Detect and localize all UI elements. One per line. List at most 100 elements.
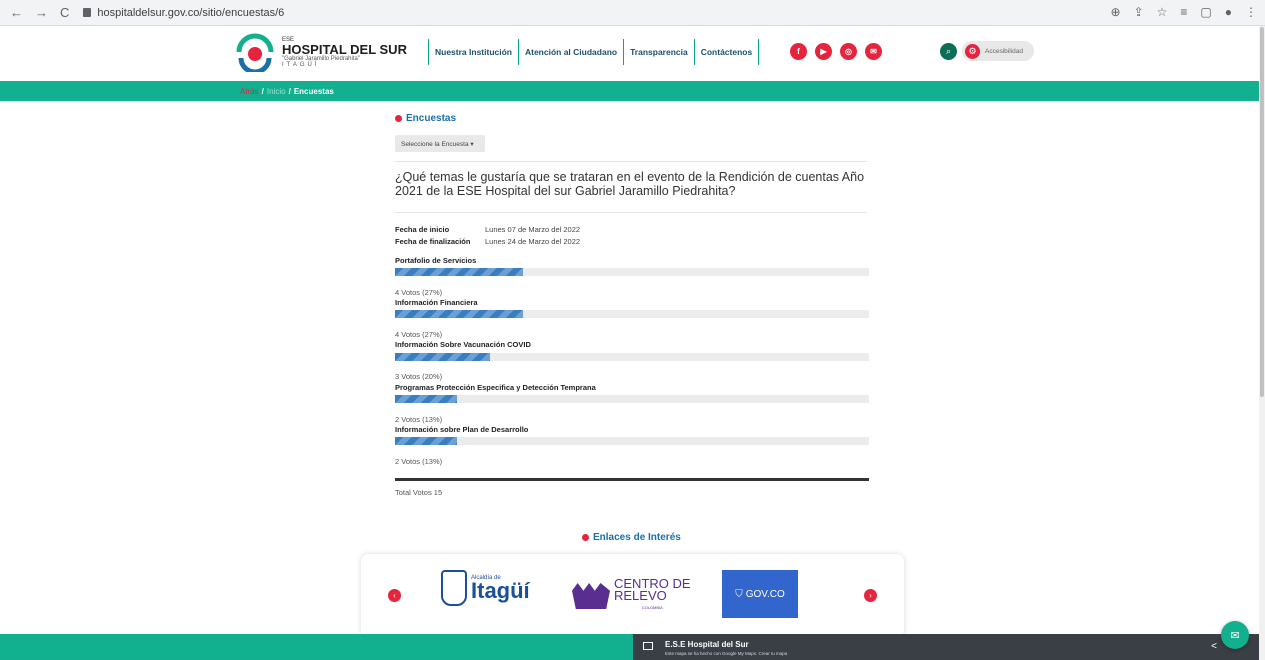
forward-icon[interactable]: → [35,5,48,20]
divider [395,161,867,162]
accessibility-label: Accesibilidad [985,47,1023,55]
url-text: hospitaldelsur.gov.co/sitio/encuestas/6 [97,6,285,19]
section-title-text: Encuestas [406,113,457,124]
social-links: f ▶ ◎ ✉ [790,43,882,60]
breadcrumb-separator: / [261,87,264,96]
start-date-label: Fecha de inicio [395,225,450,234]
scrollbar-thumb[interactable] [1260,27,1264,397]
zoom-icon[interactable]: ⊕ [1111,5,1121,19]
breadcrumb-bar: Atrás / Inicio / Encuestas [0,81,1259,101]
itagui-name: Itagüí [471,578,530,603]
result-bar-fill [395,268,523,276]
browser-nav: ← → C [10,5,69,20]
reload-icon[interactable]: C [60,5,69,20]
result-bar [395,353,869,361]
breadcrumb-back[interactable]: Atrás [240,87,259,96]
section-title-encuestas: Encuestas [395,113,456,124]
govco-text: GOV.CO [745,588,785,600]
centro-relevo-logo[interactable]: CENTRO DE RELEVO COLOMBIA [572,577,691,614]
map-share-icon[interactable]: < [1211,641,1217,652]
bullet-dot-icon [395,115,402,122]
result-bar-fill [395,353,490,361]
logo-name: HOSPITAL DEL SUR [282,41,407,57]
total-votes: Total Votos 15 [395,488,443,497]
option-label: Programas Protección Especifica y Detecc… [395,383,596,392]
logo-text: ESE HOSPITAL DEL SUR "Gabriel Jaramillo … [282,37,407,68]
email-icon[interactable]: ✉ [865,43,882,60]
bookmark-star-icon[interactable]: ☆ [1157,5,1168,19]
divider [395,212,867,213]
youtube-icon[interactable]: ▶ [815,43,832,60]
result-bar [395,395,869,403]
site-header: ESE HOSPITAL DEL SUR "Gabriel Jaramillo … [0,26,1265,81]
itagui-logo[interactable]: Alcaldía de Itagüí [441,570,530,606]
breadcrumb: Atrás / Inicio / Encuestas [240,87,334,96]
result-bar [395,437,869,445]
option-label: Portafolio de Servicios [395,256,477,265]
result-bar [395,268,869,276]
address-bar[interactable]: hospitaldelsur.gov.co/sitio/encuestas/6 [83,7,284,19]
map-fullscreen-icon[interactable] [643,642,653,650]
breadcrumb-home[interactable]: Inicio [267,87,286,96]
start-date-value: Lunes 07 de Marzo del 2022 [485,225,581,234]
select-survey-dropdown[interactable]: Seleccione la Encuesta ▾ [395,135,485,152]
govco-logo[interactable]: ⛉ GOV.CO [722,570,798,618]
hands-icon [572,583,610,609]
breadcrumb-current: Encuestas [293,87,334,96]
govco-shield-icon: ⛉ [735,588,743,600]
profile-icon[interactable]: ● [1225,5,1232,19]
section-title-text: Enlaces de Interés [593,532,681,543]
nav-contactenos[interactable]: Contáctenos [693,39,760,65]
chat-icon[interactable]: ✉ [1221,621,1249,649]
option-votes: 2 Votos (13%) [395,415,443,424]
browser-toolbar: ← → C hospitaldelsur.gov.co/sitio/encues… [0,0,1265,26]
results-divider [395,478,869,481]
main-nav: Nuestra Institución Atención al Ciudadan… [428,39,760,65]
survey-dates: Fecha de inicio Lunes 07 de Marzo del 202… [395,225,580,249]
side-panel-icon[interactable]: ▢ [1200,5,1211,19]
nav-nuestra-institucion[interactable]: Nuestra Institución [428,39,518,65]
logo-mark-icon [236,33,274,72]
option-votes: 4 Votos (27%) [395,288,443,297]
hospital-logo[interactable]: ESE HOSPITAL DEL SUR "Gabriel Jaramillo … [233,32,407,72]
logo-city: ITAGÜÍ [282,61,320,68]
result-bar-fill [395,310,523,318]
relevo-line3: COLOMBIA [641,605,663,610]
result-bar-fill [395,437,457,445]
breadcrumb-separator: / [288,87,291,96]
search-icon[interactable]: ⌕ [940,43,957,60]
bullet-dot-icon [582,534,589,541]
result-bar-fill [395,395,457,403]
end-date-value: Lunes 24 de Marzo del 2022 [485,237,581,246]
facebook-icon[interactable]: f [790,43,807,60]
map-embed-bar[interactable]: E.S.E Hospital del Sur Este mapa se ha h… [633,634,1259,660]
menu-icon[interactable]: ⋮ [1245,5,1257,19]
gear-icon: ⚙ [965,43,980,59]
section-title-enlaces: Enlaces de Interés [582,532,681,543]
map-subtitle: Este mapa se ha hecho con Google My Maps… [665,651,788,656]
lock-icon [83,8,92,17]
nav-atencion-ciudadano[interactable]: Atención al Ciudadano [517,39,623,65]
option-label: Información Financiera [395,298,478,307]
share-icon[interactable]: ⇪ [1134,5,1144,19]
reading-list-icon[interactable]: ≡ [1180,5,1187,19]
end-date-label: Fecha de finalización [395,237,471,246]
option-label: Información Sobre Vacunación COVID [395,340,531,349]
back-icon[interactable]: ← [10,5,23,20]
option-votes: 4 Votos (27%) [395,330,443,339]
result-bar [395,310,869,318]
carousel-prev-icon[interactable]: ‹ [388,589,401,602]
option-label: Información sobre Plan de Desarrollo [395,425,529,434]
page-scrollbar[interactable] [1259,26,1265,660]
option-votes: 3 Votos (20%) [395,372,443,381]
option-votes: 2 Votos (13%) [395,457,443,466]
carousel-next-icon[interactable]: › [864,589,877,602]
accessibility-button[interactable]: ⚙ Accesibilidad [962,41,1034,61]
itagui-crest-icon [441,570,467,606]
relevo-line2: RELEVO [614,588,667,603]
survey-question: ¿Qué temas le gustaría que se trataran e… [395,170,865,198]
instagram-icon[interactable]: ◎ [840,43,857,60]
browser-actions: ⊕ ⇪ ☆ ≡ ▢ ● ⋮ [1111,5,1258,19]
nav-transparencia[interactable]: Transparencia [623,39,694,65]
map-title: E.S.E Hospital del Sur [665,640,749,649]
